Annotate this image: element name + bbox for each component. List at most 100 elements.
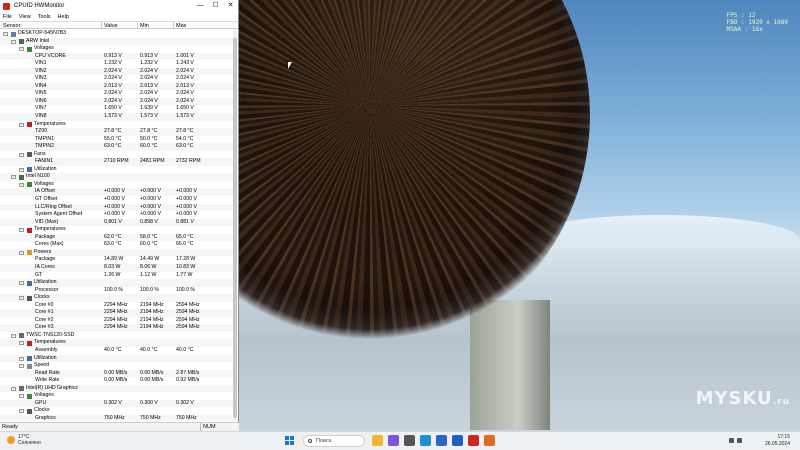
tree-node[interactable]: − Temperatures — [0, 339, 233, 347]
close-button[interactable]: ✕ — [223, 0, 238, 12]
store-icon[interactable] — [436, 435, 447, 446]
minimize-button[interactable]: — — [193, 0, 208, 12]
sensor-row[interactable]: VIN3 2.024 V 2.024 V 2.024 V — [0, 75, 233, 83]
sensor-min: 2.024 V — [140, 90, 158, 97]
sensor-row[interactable]: Cores (Max) 63.0 °C 60.0 °C 66.0 °C — [0, 241, 233, 249]
sensor-row[interactable]: Core #0 2294 MHz 2194 MHz 2594 MHz — [0, 302, 233, 310]
hwmonitor-icon[interactable] — [468, 435, 479, 446]
tree-node[interactable]: − Utilization — [0, 354, 233, 363]
tree-node[interactable]: − DESKTOP-545N7B3 — [0, 30, 233, 38]
menu-tools[interactable]: Tools — [38, 14, 51, 20]
sensor-row[interactable]: TMPIN2 63.0 °C 60.0 °C 63.0 °C — [0, 143, 233, 151]
collapse-toggle-icon[interactable]: − — [19, 167, 24, 172]
tree-node[interactable]: − Intel N100 — [0, 173, 233, 181]
sensor-row[interactable]: Write Rate 0.00 MB/s 0.00 MB/s 0.92 MB/s — [0, 377, 233, 385]
weather-widget[interactable]: 17°C Солнечно — [7, 434, 41, 446]
sensor-row[interactable]: VIN8 1.573 V 1.573 V 1.573 V — [0, 113, 233, 121]
collapse-toggle-icon[interactable]: − — [3, 32, 8, 36]
sensor-row[interactable]: IA Cores 8.03 W 8.06 W 10.83 W — [0, 263, 233, 272]
sensor-row[interactable]: VID (Max) 0.801 V 0.898 V 0.881 V — [0, 218, 233, 227]
sensor-row[interactable]: GT 1.26 W 1.12 W 1.77 W — [0, 272, 233, 280]
sensor-row[interactable]: IA Offset +0.000 V +0.000 V +0.000 V — [0, 188, 233, 197]
sensor-row[interactable]: FANIN1 2710 RPM 2481 RPM 2732 RPM — [0, 158, 233, 166]
sensor-row[interactable]: TMPIN1 55.0 °C 50.0 °C 54.0 °C — [0, 136, 233, 144]
column-value[interactable]: Value — [104, 23, 118, 29]
collapse-toggle-icon[interactable]: − — [19, 341, 24, 346]
collapse-toggle-icon[interactable]: − — [19, 409, 24, 414]
tree-node[interactable]: − Temperatures — [0, 226, 233, 234]
collapse-toggle-icon[interactable]: − — [11, 39, 16, 44]
sensor-row[interactable]: VIN4 2.013 V 2.013 V 2.013 V — [0, 82, 233, 91]
collapse-toggle-icon[interactable]: − — [19, 122, 24, 127]
sensor-row[interactable]: Package 62.0 °C 58.0 °C 65.0 °C — [0, 233, 233, 242]
vertical-scrollbar[interactable] — [233, 30, 237, 421]
menu-help[interactable]: Help — [58, 14, 69, 20]
tree-node[interactable]: − Voltages — [0, 392, 233, 400]
sensor-row[interactable]: Read Rate 0.00 MB/s 0.00 MB/s 2.87 MB/s — [0, 369, 233, 378]
app-icon[interactable] — [484, 435, 495, 446]
tree-node[interactable]: − Powers — [0, 248, 233, 257]
collapse-toggle-icon[interactable]: − — [11, 175, 16, 180]
sensor-row[interactable]: VIN6 2.024 V 2.024 V 2.024 V — [0, 97, 233, 106]
menu-view[interactable]: View — [19, 14, 31, 20]
tree-node[interactable]: − Temperatures — [0, 121, 233, 129]
network-icon[interactable] — [729, 438, 734, 443]
collapse-toggle-icon[interactable]: − — [19, 281, 24, 286]
maximize-button[interactable]: ☐ — [208, 0, 223, 12]
tree-node[interactable]: − Intel(R) UHD Graphics — [0, 384, 233, 393]
sensor-row[interactable]: GT Offset +0.000 V +0.000 V +0.000 V — [0, 196, 233, 204]
sensor-row[interactable]: System Agent Offset +0.000 V +0.000 V +0.00… — [0, 211, 233, 219]
tree-node[interactable]: − Speed — [0, 362, 233, 370]
collapse-toggle-icon[interactable]: − — [19, 364, 24, 369]
column-sensor[interactable]: Sensor — [3, 23, 20, 29]
tree-node[interactable]: − Voltages — [0, 181, 233, 189]
tree-node[interactable]: − Utilization — [0, 279, 233, 287]
tree-node[interactable]: − Voltages — [0, 45, 233, 53]
tree-node[interactable]: − Fans — [0, 151, 233, 159]
sensor-row[interactable]: Assembly 40.0 °C 40.0 °C 40.0 °C — [0, 347, 233, 355]
tree-node[interactable]: − TWSC-TNS120-SSD — [0, 332, 233, 340]
file-explorer-icon[interactable] — [372, 435, 383, 446]
edge-icon[interactable] — [420, 435, 431, 446]
collapse-toggle-icon[interactable]: − — [19, 250, 24, 255]
volume-icon[interactable] — [737, 438, 742, 443]
scrollbar-thumb[interactable] — [233, 38, 237, 418]
tree-node[interactable]: − Clocks — [0, 294, 233, 302]
collapse-toggle-icon[interactable]: − — [11, 333, 16, 338]
sensor-row[interactable]: Core #3 2294 MHz 2194 MHz 2594 MHz — [0, 324, 233, 332]
sensor-row[interactable]: LLC/Ring Offset +0.000 V +0.000 V +0.000 V — [0, 203, 233, 212]
collapse-toggle-icon[interactable]: − — [19, 296, 24, 301]
sensor-row[interactable]: Core #2 2294 MHz 2194 MHz 2594 MHz — [0, 317, 233, 325]
title-bar[interactable]: CPUID HWMonitor — ☐ ✕ — [0, 0, 238, 12]
sensor-row[interactable]: Graphics 750 MHz 750 MHz 750 MHz — [0, 414, 233, 421]
sensor-row[interactable]: Package 14.89 W 14.49 W 17.28 W — [0, 256, 233, 264]
column-min[interactable]: Min — [140, 23, 149, 29]
clock[interactable]: 17:15 26.05.2024 — [765, 434, 790, 448]
column-max[interactable]: Max — [176, 23, 186, 29]
collapse-toggle-icon[interactable]: − — [11, 386, 16, 391]
menu-file[interactable]: File — [3, 14, 12, 20]
collapse-toggle-icon[interactable]: − — [19, 394, 24, 399]
collapse-toggle-icon[interactable]: − — [19, 356, 24, 361]
sensor-row[interactable]: VIN1 1.232 V 1.232 V 1.243 V — [0, 60, 233, 68]
sensor-row[interactable]: Core #1 2294 MHz 2194 MHz 2594 MHz — [0, 309, 233, 317]
sensor-row[interactable]: VIN2 2.024 V 2.024 V 2.024 V — [0, 67, 233, 76]
sensor-row[interactable]: GPU 0.302 V 0.300 V 0.302 V — [0, 399, 233, 408]
sensor-row[interactable]: CPU VCORE 0.913 V 0.913 V 1.001 V — [0, 52, 233, 61]
taskbar-search[interactable]: Поиск — [303, 435, 365, 447]
sensor-row[interactable]: TZ00 27.8 °C 27.8 °C 27.8 °C — [0, 128, 233, 136]
mail-icon[interactable] — [452, 435, 463, 446]
collapse-toggle-icon[interactable]: − — [19, 228, 24, 233]
tree-node[interactable]: − Utilization — [0, 166, 233, 174]
collapse-toggle-icon[interactable]: − — [19, 182, 24, 187]
tree-node[interactable]: − ARW Intel — [0, 37, 233, 46]
start-button[interactable] — [285, 436, 294, 445]
sensor-row[interactable]: Processor 100.0 % 100.0 % 100.0 % — [0, 287, 233, 295]
sensor-row[interactable]: VIN5 2.024 V 2.024 V 2.024 V — [0, 90, 233, 98]
tree-node[interactable]: − Clocks — [0, 407, 233, 415]
sensor-row[interactable]: VIN7 1.650 V 1.639 V 1.650 V — [0, 105, 233, 113]
collapse-toggle-icon[interactable]: − — [19, 47, 24, 52]
collapse-toggle-icon[interactable]: − — [19, 152, 24, 157]
taskview-icon[interactable] — [404, 435, 415, 446]
meet-icon[interactable] — [388, 435, 399, 446]
